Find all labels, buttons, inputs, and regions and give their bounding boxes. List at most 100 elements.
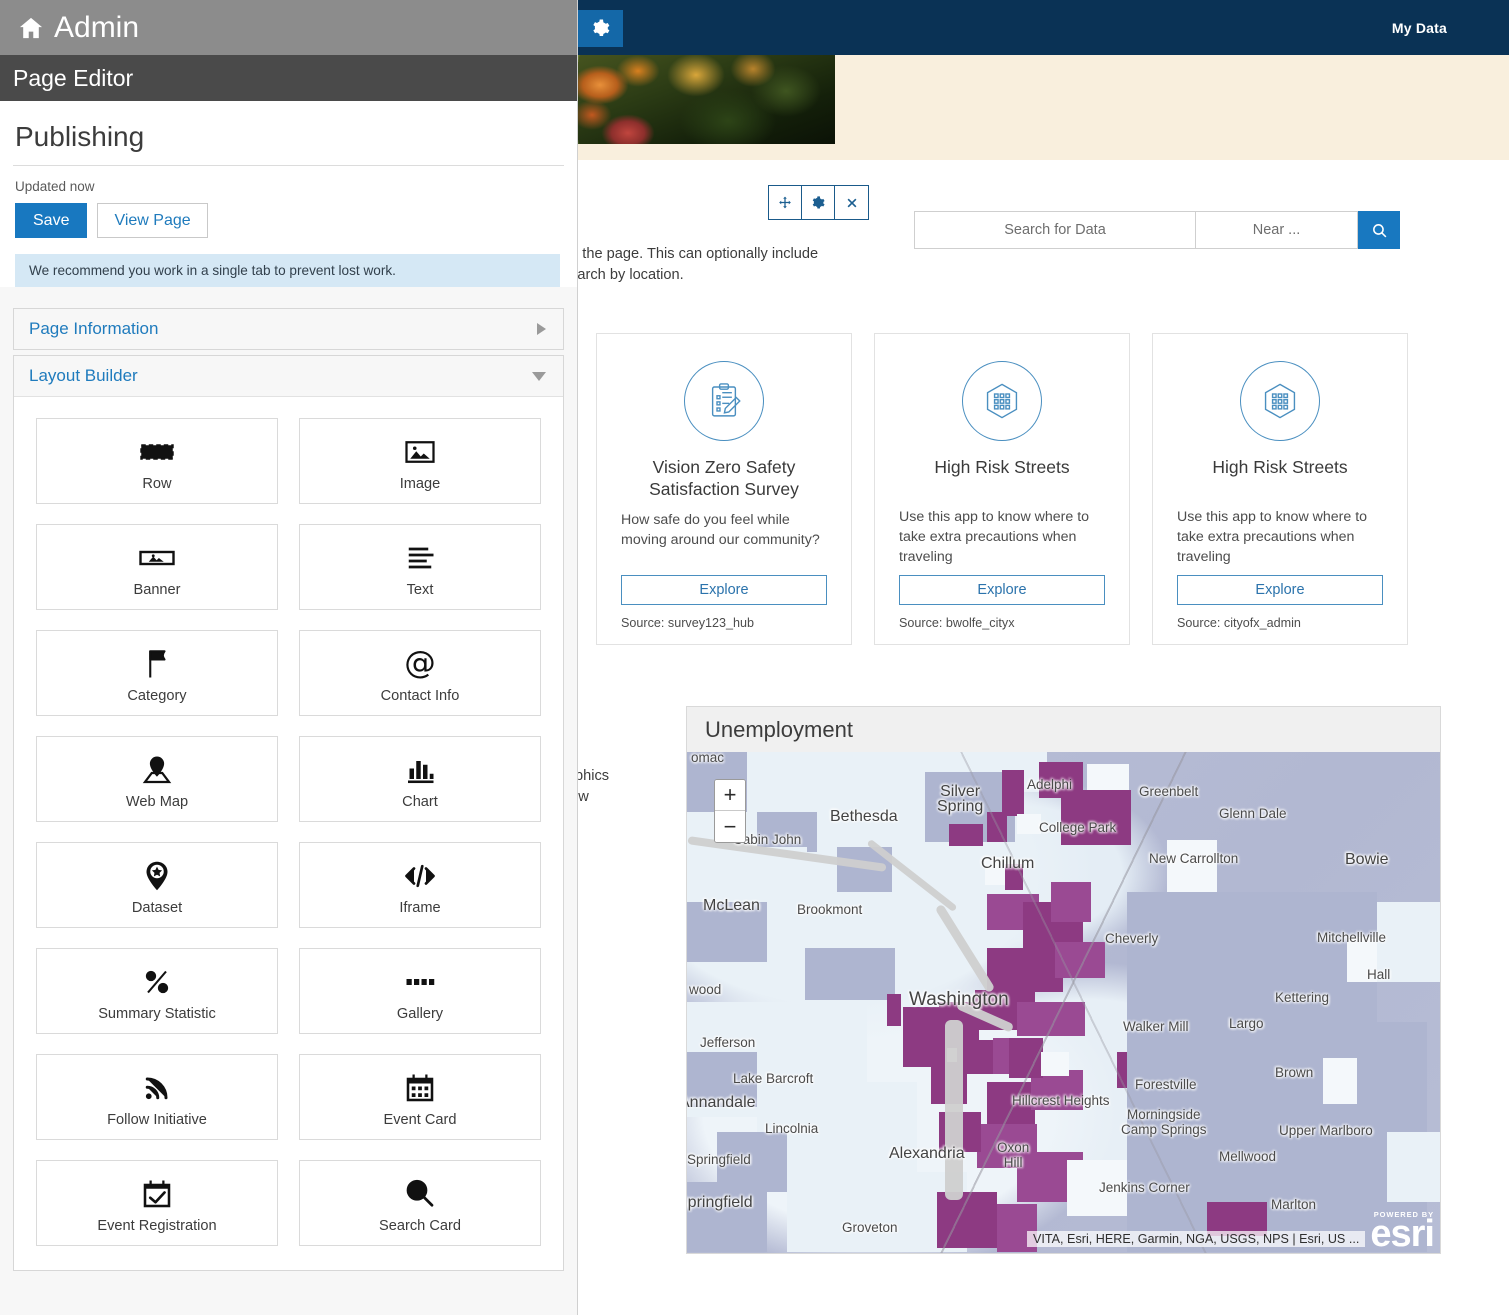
zoom-out-button[interactable]: − xyxy=(715,811,745,842)
map-place-label: McLean xyxy=(703,897,760,914)
layout-tile-banner[interactable]: Banner xyxy=(36,524,278,610)
card-icon-wrap xyxy=(684,361,764,441)
single-tab-notice: We recommend you work in a single tab to… xyxy=(15,254,560,287)
search-submit-button[interactable] xyxy=(1358,211,1400,249)
card-icon-wrap xyxy=(962,361,1042,441)
move-arrows-icon xyxy=(779,196,791,208)
map-attribution: VITA, Esri, HERE, Garmin, NGA, USGS, NPS… xyxy=(1027,1231,1366,1247)
search-row[interactable] xyxy=(914,211,1400,249)
tile-label: Contact Info xyxy=(380,688,460,704)
accordion-list: Page Information Layout Builder Row Imag… xyxy=(0,287,577,1271)
map-widget[interactable]: Unemployment + − omac Bethesda Cabin Joh… xyxy=(686,706,1441,1254)
my-data-link[interactable]: My Data xyxy=(1392,20,1447,36)
explore-button[interactable]: Explore xyxy=(1177,575,1383,605)
search-near-input[interactable] xyxy=(1196,211,1358,249)
map-place-label: Silver Spring xyxy=(937,783,984,815)
tile-label: Gallery xyxy=(396,1006,444,1022)
widget-settings-button[interactable] xyxy=(802,186,835,219)
gear-icon xyxy=(812,195,825,208)
widget-remove-button[interactable] xyxy=(835,186,868,219)
chevron-right-icon xyxy=(537,323,546,335)
admin-panel: Admin Page Editor Publishing Updated now… xyxy=(0,0,578,1315)
tile-label: Event Card xyxy=(383,1112,457,1128)
view-page-button[interactable]: View Page xyxy=(97,203,208,238)
accordion-page-information[interactable]: Page Information xyxy=(13,308,564,350)
app-card-list: Vision Zero Safety Satisfaction Survey H… xyxy=(596,333,1408,645)
tile-label: Banner xyxy=(133,582,181,598)
map-place-label: Mellwood xyxy=(1219,1149,1277,1164)
zoom-in-button[interactable]: + xyxy=(715,780,745,811)
layout-tile-chart[interactable]: Chart xyxy=(299,736,541,822)
map-place-label: Lincolnia xyxy=(765,1121,819,1136)
layout-tile-row[interactable]: Row xyxy=(36,418,278,504)
app-card[interactable]: High Risk Streets Use this app to know w… xyxy=(874,333,1130,645)
map-place-label: omac xyxy=(691,752,725,765)
map-place-label: Greenbelt xyxy=(1139,784,1199,799)
map-place-label: Jefferson xyxy=(700,1035,756,1050)
map-zoom-controls[interactable]: + − xyxy=(714,779,746,843)
app-card[interactable]: High Risk Streets Use this app to know w… xyxy=(1152,333,1408,645)
map-place-label: Adelphi xyxy=(1027,777,1073,792)
map-place-label: Oxon Hill xyxy=(997,1140,1030,1170)
map-place-label: Brookmont xyxy=(797,902,863,917)
squares-icon xyxy=(402,960,438,1004)
layout-tile-event-registration[interactable]: Event Registration xyxy=(36,1160,278,1246)
search-data-input[interactable] xyxy=(914,211,1196,249)
accordion-header[interactable]: Page Information xyxy=(14,309,563,349)
accordion-layout-builder[interactable]: Layout Builder Row Image Banner Text Cat… xyxy=(13,355,564,1271)
map-place-label: Forestville xyxy=(1135,1077,1197,1092)
card-source: Source: survey123_hub xyxy=(621,616,755,630)
layout-tile-text[interactable]: Text xyxy=(299,524,541,610)
tile-label: Follow Initiative xyxy=(107,1112,207,1128)
layout-tile-gallery[interactable]: Gallery xyxy=(299,948,541,1034)
map-place-label: wood xyxy=(689,982,722,997)
tile-label: Image xyxy=(399,476,441,492)
text-lines-icon xyxy=(402,536,438,580)
widget-move-button[interactable] xyxy=(769,186,802,219)
map-place-label: Mitchellville xyxy=(1317,930,1387,945)
layout-tile-image[interactable]: Image xyxy=(299,418,541,504)
explore-button[interactable]: Explore xyxy=(899,575,1105,605)
hexagon-grid-icon xyxy=(986,383,1018,419)
calendar-check-icon xyxy=(139,1172,175,1216)
layout-tile-search-card[interactable]: Search Card xyxy=(299,1160,541,1246)
admin-top-bar: Admin xyxy=(0,0,577,55)
map-place-label: Cheverly xyxy=(1105,931,1159,946)
map-pin-icon xyxy=(139,748,175,792)
layout-tile-summary-statistic[interactable]: Summary Statistic xyxy=(36,948,278,1034)
explore-button[interactable]: Explore xyxy=(621,575,827,605)
map-place-label: Upper Marlboro xyxy=(1279,1123,1373,1138)
map-canvas[interactable]: + − omac Bethesda Cabin John Silver Sprin… xyxy=(687,752,1440,1253)
widget-toolbar[interactable] xyxy=(768,185,869,220)
tile-label: Search Card xyxy=(379,1218,461,1234)
tile-label: Summary Statistic xyxy=(98,1006,216,1022)
banner-icon xyxy=(139,536,175,580)
layout-tile-contact-info[interactable]: @ Contact Info xyxy=(299,630,541,716)
publishing-section: Publishing Updated now Save View Page We… xyxy=(0,101,577,287)
map-place-label: Hall xyxy=(1367,967,1391,982)
row-icon xyxy=(139,430,175,474)
tile-label: Chart xyxy=(402,794,438,810)
close-x-icon xyxy=(847,198,856,207)
home-icon[interactable] xyxy=(18,15,44,41)
layout-tile-follow-initiative[interactable]: Follow Initiative xyxy=(36,1054,278,1140)
save-button[interactable]: Save xyxy=(15,203,88,238)
svg-text:@: @ xyxy=(404,646,436,681)
percent-icon xyxy=(139,960,175,1004)
map-place-label: Walker Mill xyxy=(1123,1019,1189,1034)
accordion-label: Layout Builder xyxy=(29,366,138,385)
layout-tile-iframe[interactable]: Iframe xyxy=(299,842,541,928)
layout-tile-web-map[interactable]: Web Map xyxy=(36,736,278,822)
layout-tile-event-card[interactable]: Event Card xyxy=(299,1054,541,1140)
tile-label: Iframe xyxy=(399,900,441,916)
admin-title: Admin xyxy=(54,10,140,44)
app-card[interactable]: Vision Zero Safety Satisfaction Survey H… xyxy=(596,333,852,645)
layout-tile-category[interactable]: Category xyxy=(36,630,278,716)
card-source: Source: cityofx_admin xyxy=(1177,616,1301,630)
accordion-header[interactable]: Layout Builder xyxy=(14,356,563,396)
publishing-heading: Publishing xyxy=(13,101,564,166)
layout-tile-dataset[interactable]: Dataset xyxy=(36,842,278,928)
magnifier-icon xyxy=(402,1172,438,1216)
layout-builder-body: Row Image Banner Text Category @ Contact… xyxy=(14,396,563,1270)
site-settings-gear-button[interactable] xyxy=(578,10,623,47)
